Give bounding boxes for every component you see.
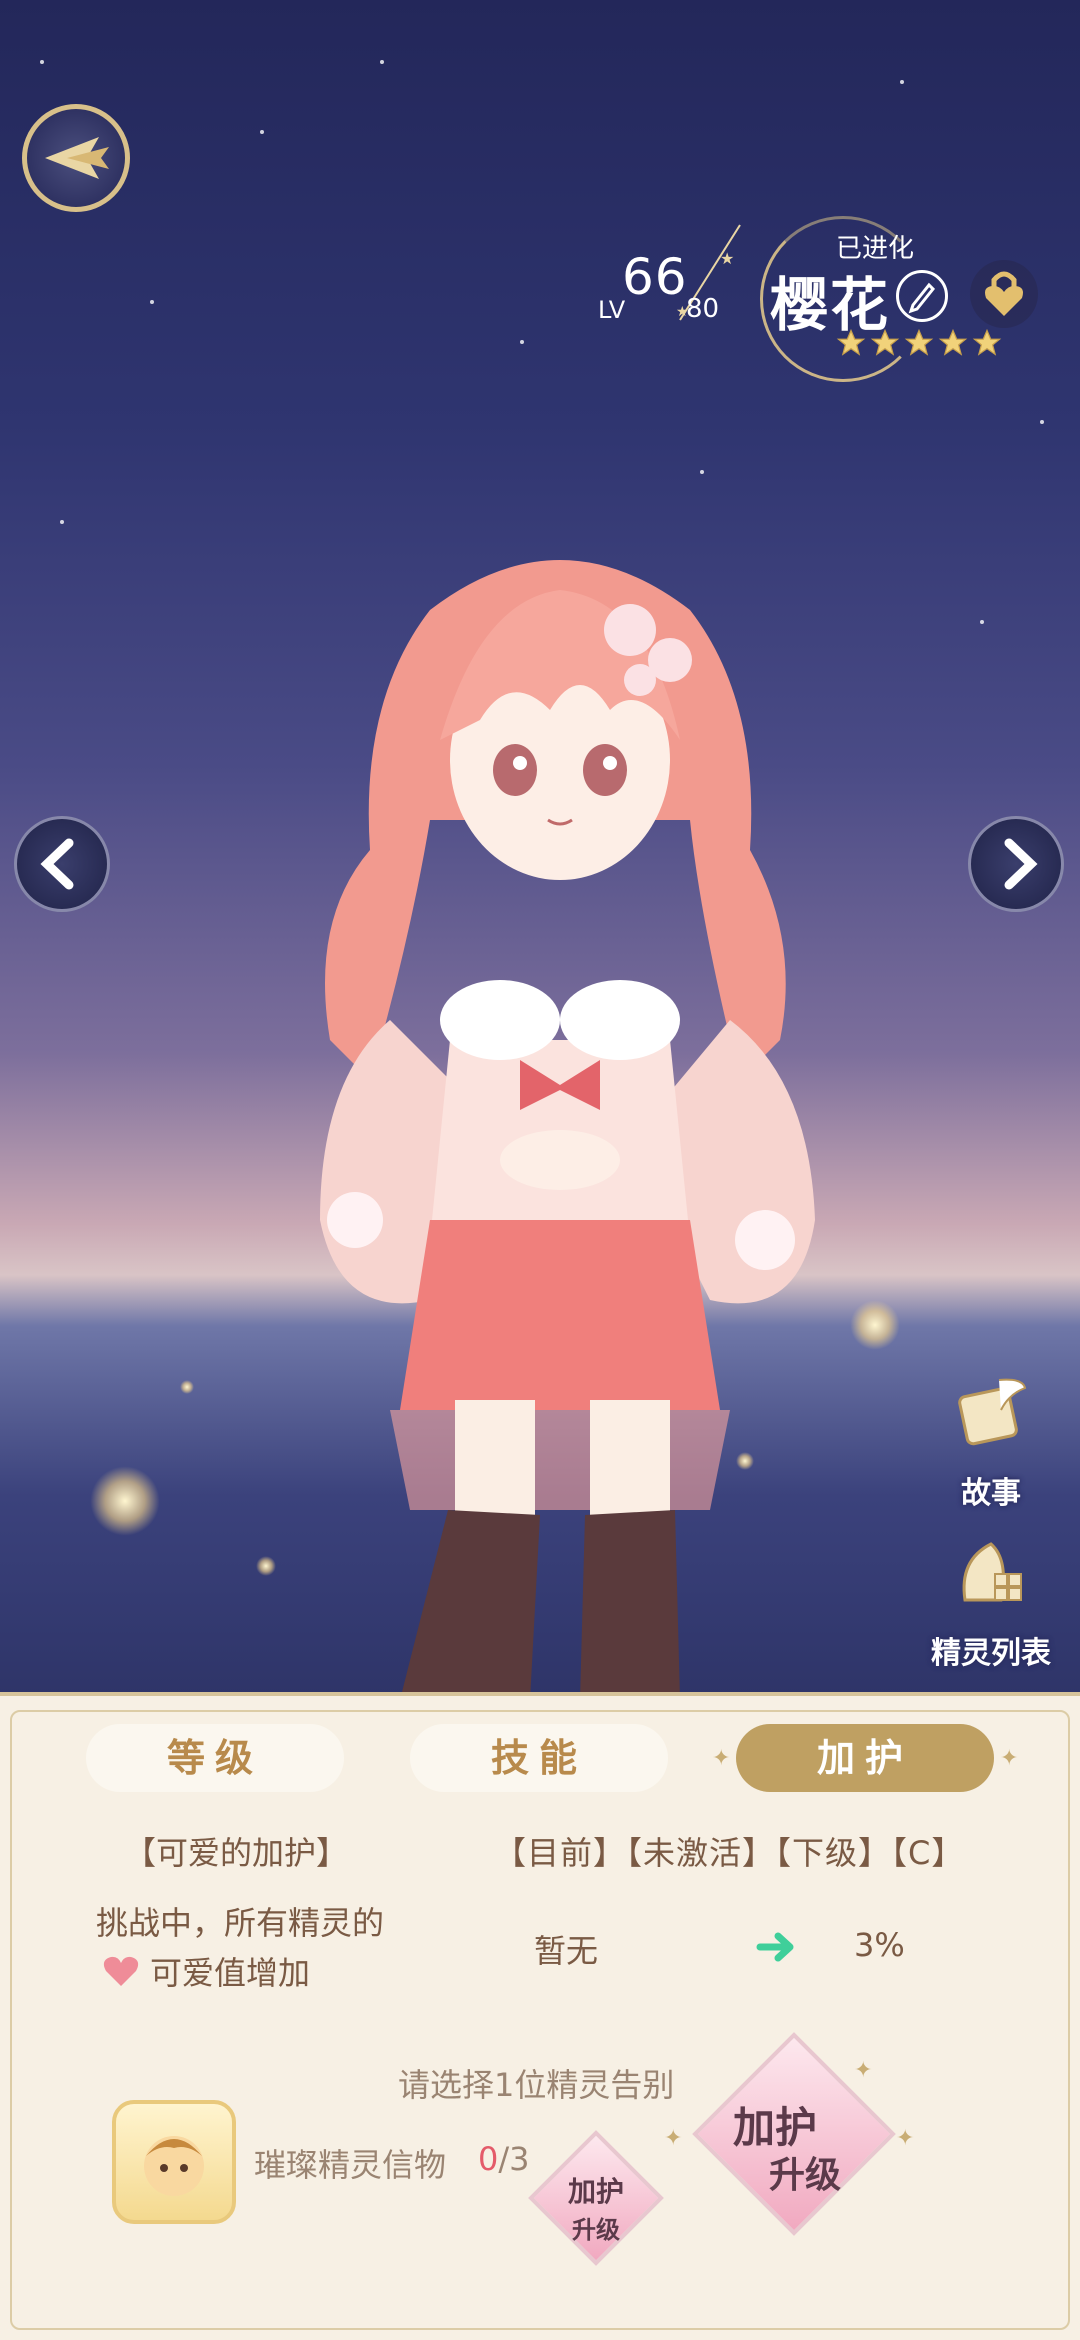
- chevron-left-icon: [40, 838, 74, 890]
- sparkle-icon: ✦: [896, 2126, 915, 2151]
- effect-desc-line2-row: 可爱值增加: [102, 1948, 310, 1994]
- star-dot: [40, 60, 44, 64]
- panel-frame: [10, 1710, 1070, 2330]
- svg-text:★: ★: [720, 249, 734, 268]
- token-count-current: 0: [478, 2140, 499, 2178]
- blessing-header: 【目前】【未激活】【下级】【C】: [494, 1834, 965, 1872]
- sparkle-icon: ✦: [664, 2126, 683, 2151]
- character-illustration: [320, 560, 815, 1700]
- spirit-token-icon: [144, 2136, 204, 2196]
- story-button[interactable]: 故事: [916, 1370, 1066, 1512]
- star-dot: [900, 80, 904, 84]
- star-dot: [150, 300, 154, 304]
- spirit-list-icon: [962, 1542, 1022, 1602]
- scroll-quill-icon: [958, 1378, 1027, 1446]
- level-max: 80: [686, 294, 720, 324]
- token-count: 0/3: [478, 2140, 530, 2178]
- star-icon: [938, 328, 968, 356]
- glow-orb: [180, 1380, 194, 1394]
- sparkle-icon: ✦: [1000, 1746, 1019, 1771]
- star-dot: [520, 340, 524, 344]
- arrow-right-icon: [756, 1932, 794, 1962]
- heart-icon: [103, 1956, 139, 1986]
- rarity-stars: [836, 328, 1002, 358]
- tab-blessing[interactable]: 加护: [736, 1724, 994, 1792]
- back-wing-icon: [45, 137, 109, 179]
- star-dot: [60, 520, 64, 524]
- upgrade-small-line1: 加护: [567, 2175, 624, 2208]
- effect-desc-line2: 可爱值增加: [150, 1954, 311, 1992]
- sparkle-icon: ✦: [712, 1746, 731, 1771]
- effect-desc-line1: 挑战中，所有精灵的: [96, 1904, 385, 1942]
- spirit-list-label: 精灵列表: [931, 1636, 1051, 1671]
- token-count-total: /3: [498, 2140, 530, 2178]
- story-label: 故事: [961, 1476, 1021, 1511]
- sparkle-icon: ✦: [854, 2058, 873, 2083]
- star-dot: [700, 470, 704, 474]
- upgrade-big-line2: 升级: [768, 2155, 841, 2196]
- star-dot: [380, 60, 384, 64]
- star-dot: [980, 620, 984, 624]
- next-character-button[interactable]: [968, 816, 1064, 912]
- back-button[interactable]: [22, 104, 130, 212]
- pencil-icon: [908, 282, 936, 314]
- tab-level[interactable]: 等级: [86, 1724, 344, 1792]
- chevron-right-icon: [1004, 838, 1038, 890]
- star-icon: [972, 328, 1002, 356]
- current-value: 暂无: [534, 1932, 599, 1970]
- star-dot: [260, 130, 264, 134]
- select-prompt: 请选择1位精灵告别: [398, 2066, 675, 2104]
- star-icon: [870, 328, 900, 356]
- star-dot: [1040, 420, 1044, 424]
- next-value: 3%: [854, 1926, 905, 1964]
- glow-orb: [850, 1300, 900, 1350]
- tab-skill[interactable]: 技能: [410, 1724, 668, 1792]
- previous-character-button[interactable]: [14, 816, 110, 912]
- sparkling-token-slot[interactable]: [112, 2100, 236, 2224]
- token-label: 璀璨精灵信物: [254, 2146, 447, 2184]
- heart-lock-icon: [985, 271, 1023, 316]
- lock-button[interactable]: [970, 260, 1038, 328]
- spirit-list-button[interactable]: 精灵列表: [916, 1530, 1066, 1672]
- star-icon: [904, 328, 934, 356]
- glow-orb: [256, 1556, 276, 1576]
- blessing-title: 【可爱的加护】: [124, 1834, 349, 1872]
- star-icon: [836, 328, 866, 356]
- upgrade-small-line2: 升级: [572, 2216, 620, 2244]
- rename-button[interactable]: [896, 270, 948, 322]
- glow-orb: [90, 1466, 160, 1536]
